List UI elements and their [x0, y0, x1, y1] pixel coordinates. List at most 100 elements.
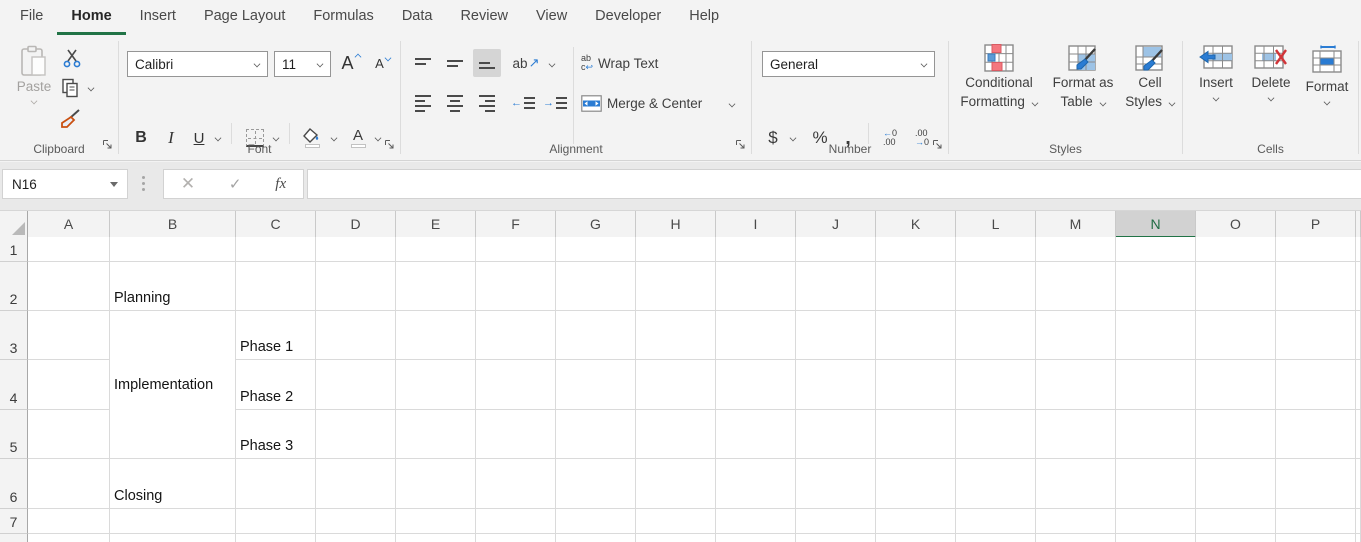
cell-H4[interactable]	[636, 360, 716, 410]
insert-function-button[interactable]: fx	[275, 176, 286, 193]
row-header-2[interactable]: 2	[0, 262, 28, 311]
cell-M3[interactable]	[1036, 311, 1116, 360]
cell-I8[interactable]	[716, 534, 796, 542]
cell-O3[interactable]	[1196, 311, 1276, 360]
cell-E2[interactable]	[396, 262, 476, 311]
cell-J7[interactable]	[796, 509, 876, 534]
cancel-button[interactable]: ✕	[181, 174, 195, 194]
cell-B2-content[interactable]: Planning	[110, 262, 236, 311]
cell-H6[interactable]	[636, 459, 716, 509]
cut-button[interactable]	[60, 47, 84, 69]
cell-E6[interactable]	[396, 459, 476, 509]
font-size-select[interactable]: 11	[274, 51, 331, 77]
cell-N8[interactable]	[1116, 534, 1196, 542]
cell-B7[interactable]	[110, 509, 236, 534]
cell-O1[interactable]	[1196, 237, 1276, 262]
cell-M4[interactable]	[1036, 360, 1116, 410]
copy-dropdown-chevron[interactable]	[88, 85, 95, 92]
cell-N7[interactable]	[1116, 509, 1196, 534]
cell-G8[interactable]	[556, 534, 636, 542]
cell-M6[interactable]	[1036, 459, 1116, 509]
cell-B1[interactable]	[110, 237, 236, 262]
column-header-E[interactable]: E	[396, 211, 476, 238]
tab-file[interactable]: File	[6, 0, 57, 35]
cell-x6[interactable]	[1356, 459, 1361, 509]
grid[interactable]: 12345678PlanningImplementationPhase 1Pha…	[0, 237, 1361, 542]
cell-H2[interactable]	[636, 262, 716, 311]
tab-data[interactable]: Data	[388, 0, 447, 35]
cell-B6-content[interactable]: Closing	[110, 459, 236, 509]
number-dialog-launcher[interactable]	[932, 137, 943, 155]
tab-help[interactable]: Help	[675, 0, 733, 35]
column-header-K[interactable]: K	[876, 211, 956, 238]
tab-insert[interactable]: Insert	[126, 0, 190, 35]
cell-N3[interactable]	[1116, 311, 1196, 360]
cell-I3[interactable]	[716, 311, 796, 360]
column-header-A[interactable]: A	[28, 211, 110, 238]
cell-x7[interactable]	[1356, 509, 1361, 534]
cell-H3[interactable]	[636, 311, 716, 360]
cell-K3[interactable]	[876, 311, 956, 360]
cell-D6[interactable]	[316, 459, 396, 509]
cell-M5[interactable]	[1036, 410, 1116, 459]
cell-K8[interactable]	[876, 534, 956, 542]
shrink-font-button[interactable]: A	[369, 49, 397, 77]
cell-L4[interactable]	[956, 360, 1036, 410]
cell-K6[interactable]	[876, 459, 956, 509]
cell-styles-button[interactable]: Cell Styles	[1121, 43, 1179, 140]
delete-cells-button[interactable]: Delete	[1245, 45, 1297, 101]
cell-x3[interactable]	[1356, 311, 1361, 360]
cell-D5[interactable]	[316, 410, 396, 459]
cell-N1[interactable]	[1116, 237, 1196, 262]
format-as-table-button[interactable]: Format as Table	[1047, 43, 1119, 140]
cell-H7[interactable]	[636, 509, 716, 534]
cell-J8[interactable]	[796, 534, 876, 542]
grow-font-button[interactable]: A	[337, 49, 365, 77]
top-align-button[interactable]	[409, 49, 437, 77]
cell-A6[interactable]	[28, 459, 110, 509]
cell-N4[interactable]	[1116, 360, 1196, 410]
cell-O6[interactable]	[1196, 459, 1276, 509]
cell-P7[interactable]	[1276, 509, 1356, 534]
cell-E1[interactable]	[396, 237, 476, 262]
cell-G2[interactable]	[556, 262, 636, 311]
cell-H5[interactable]	[636, 410, 716, 459]
tab-formulas[interactable]: Formulas	[299, 0, 387, 35]
cell-P2[interactable]	[1276, 262, 1356, 311]
cell-G6[interactable]	[556, 459, 636, 509]
cell-L7[interactable]	[956, 509, 1036, 534]
cell-K5[interactable]	[876, 410, 956, 459]
cell-F6[interactable]	[476, 459, 556, 509]
delete-dropdown-chevron[interactable]	[1268, 95, 1275, 102]
cell-J4[interactable]	[796, 360, 876, 410]
row-header-6[interactable]: 6	[0, 459, 28, 509]
row-header-7[interactable]: 7	[0, 509, 28, 534]
cell-F2[interactable]	[476, 262, 556, 311]
cell-H1[interactable]	[636, 237, 716, 262]
font-dialog-launcher[interactable]	[384, 137, 395, 155]
cell-A7[interactable]	[28, 509, 110, 534]
select-all-button[interactable]	[0, 211, 28, 238]
cell-E5[interactable]	[396, 410, 476, 459]
name-box[interactable]: N16	[2, 169, 128, 199]
cell-C4-content[interactable]: Phase 2	[236, 360, 316, 410]
paste-dropdown-chevron[interactable]	[31, 98, 38, 105]
align-center-button[interactable]	[441, 89, 469, 117]
format-cells-button[interactable]: Format	[1301, 45, 1353, 105]
row-header-3[interactable]: 3	[0, 311, 28, 360]
column-header-F[interactable]: F	[476, 211, 556, 238]
cell-N5[interactable]	[1116, 410, 1196, 459]
align-right-button[interactable]	[473, 89, 501, 117]
cell-N6[interactable]	[1116, 459, 1196, 509]
cell-I7[interactable]	[716, 509, 796, 534]
cell-K2[interactable]	[876, 262, 956, 311]
cell-C3-content[interactable]: Phase 1	[236, 311, 316, 360]
row-header-4[interactable]: 4	[0, 360, 28, 410]
cell-F3[interactable]	[476, 311, 556, 360]
column-header-B[interactable]: B	[110, 211, 236, 238]
cell-L8[interactable]	[956, 534, 1036, 542]
cell-P8[interactable]	[1276, 534, 1356, 542]
cell-D4[interactable]	[316, 360, 396, 410]
cell-O5[interactable]	[1196, 410, 1276, 459]
cell-J1[interactable]	[796, 237, 876, 262]
